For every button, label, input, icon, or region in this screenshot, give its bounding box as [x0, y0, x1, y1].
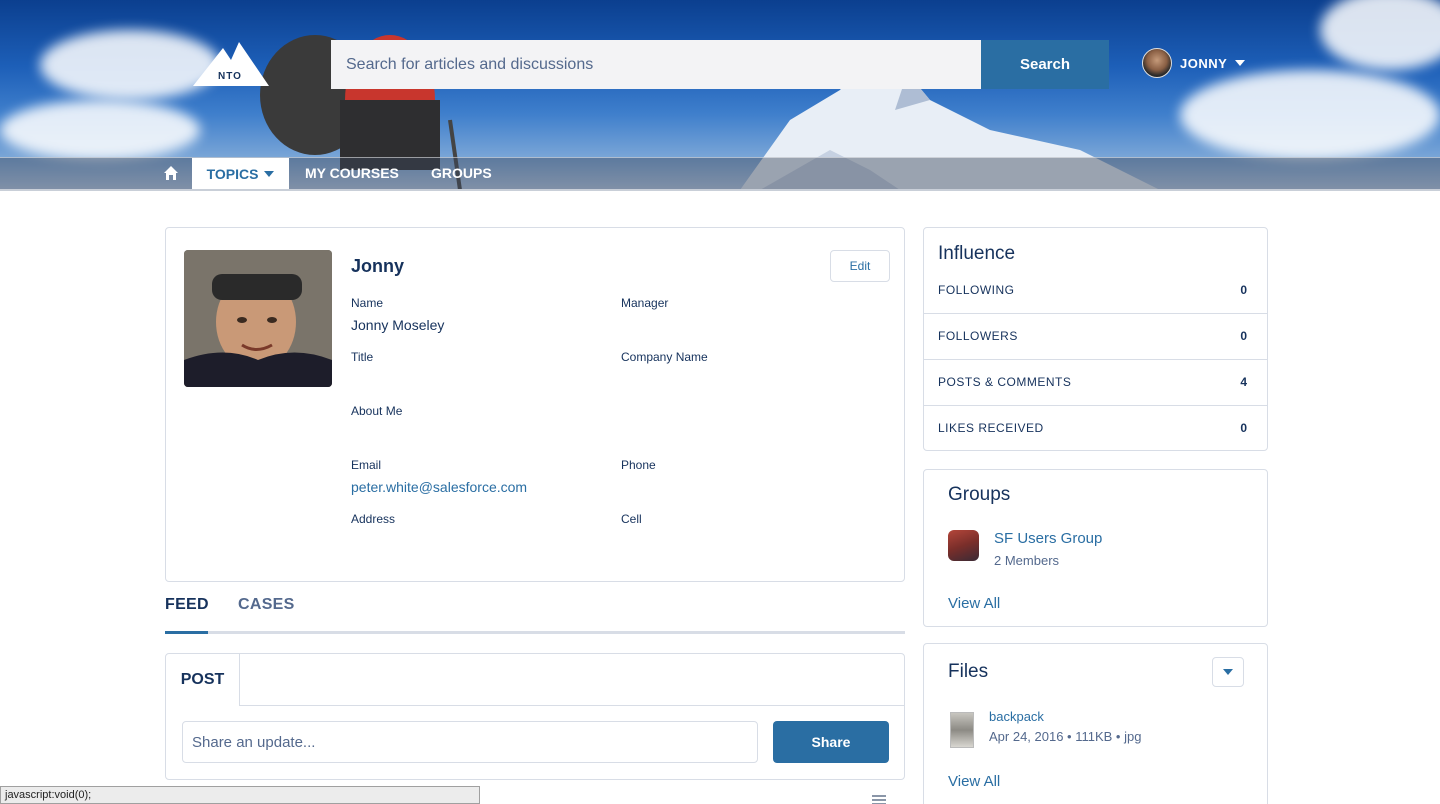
- group-members: 2 Members: [994, 553, 1060, 568]
- influence-row-followers: FOLLOWERS 0: [924, 313, 1267, 359]
- chevron-down-icon: [264, 171, 275, 177]
- groups-card: Groups SF Users Group 2 Members View All: [923, 469, 1268, 627]
- nav-item-topics[interactable]: TOPICS: [192, 158, 289, 190]
- nav-item-groups[interactable]: GROUPS: [431, 165, 492, 181]
- influence-value: 4: [1240, 375, 1247, 389]
- influence-card: Influence FOLLOWING 0 FOLLOWERS 0 POSTS …: [923, 227, 1268, 451]
- address-label: Address: [351, 512, 396, 526]
- edit-button[interactable]: Edit: [830, 250, 890, 282]
- files-card: Files backpack Apr 24, 2016 • 111KB • jp…: [923, 643, 1268, 804]
- email-label: Email: [351, 458, 382, 472]
- influence-value: 0: [1240, 421, 1247, 435]
- profile-photo: [184, 250, 332, 387]
- influence-row-posts-comments: POSTS & COMMENTS 4: [924, 359, 1267, 405]
- divider: [240, 705, 904, 706]
- files-title: Files: [948, 661, 989, 682]
- files-menu-button[interactable]: [1212, 657, 1244, 687]
- group-image[interactable]: [948, 530, 979, 561]
- file-meta: Apr 24, 2016 • 111KB • jpg: [989, 729, 1142, 744]
- manager-label: Manager: [621, 296, 669, 310]
- post-card: POST Share: [165, 653, 905, 780]
- email-link[interactable]: peter.white@salesforce.com: [351, 479, 527, 495]
- tab-feed[interactable]: FEED: [165, 596, 209, 634]
- influence-label: LIKES RECEIVED: [938, 421, 1044, 435]
- influence-title: Influence: [938, 243, 1016, 264]
- phone-label: Phone: [621, 458, 656, 472]
- about-label: About Me: [351, 404, 403, 418]
- influence-label: FOLLOWING: [938, 283, 1015, 297]
- tab-post[interactable]: POST: [166, 654, 240, 706]
- user-menu[interactable]: JONNY: [1142, 48, 1246, 78]
- share-update-input[interactable]: [182, 721, 758, 763]
- browser-status-bar: javascript:void(0);: [0, 786, 480, 804]
- file-link[interactable]: backpack: [989, 709, 1044, 724]
- group-link[interactable]: SF Users Group: [994, 530, 1102, 547]
- user-name[interactable]: JONNY: [1180, 56, 1227, 71]
- chevron-down-icon[interactable]: [1235, 60, 1246, 66]
- influence-value: 0: [1240, 283, 1247, 297]
- groups-view-all-link[interactable]: View All: [948, 595, 1000, 612]
- nav-item-label: TOPICS: [206, 166, 259, 182]
- file-thumbnail[interactable]: [950, 712, 974, 748]
- groups-title: Groups: [948, 484, 1011, 505]
- nav-item-my-courses[interactable]: MY COURSES: [305, 165, 399, 181]
- cell-label: Cell: [621, 512, 642, 526]
- influence-row-likes-received: LIKES RECEIVED 0: [924, 405, 1267, 451]
- title-label: Title: [351, 350, 374, 364]
- search-input[interactable]: [331, 40, 981, 89]
- influence-row-following: FOLLOWING 0: [924, 268, 1267, 314]
- name-value: Jonny Moseley: [351, 317, 445, 333]
- profile-tabs: FEED CASES: [165, 596, 905, 634]
- tab-cases[interactable]: CASES: [238, 596, 295, 622]
- logo-text: NTO: [218, 71, 242, 82]
- name-label: Name: [351, 296, 384, 310]
- list-icon[interactable]: [872, 795, 886, 804]
- divider: [0, 189, 1440, 191]
- influence-value: 0: [1240, 329, 1247, 343]
- files-view-all-link[interactable]: View All: [948, 773, 1000, 790]
- profile-card: Jonny Edit Name Jonny Moseley Manager Ti…: [165, 227, 905, 582]
- home-icon[interactable]: [163, 165, 179, 181]
- user-avatar[interactable]: [1142, 48, 1172, 78]
- chevron-down-icon: [1223, 669, 1233, 675]
- share-button[interactable]: Share: [773, 721, 889, 763]
- search-button[interactable]: Search: [981, 40, 1109, 89]
- influence-label: FOLLOWERS: [938, 329, 1018, 343]
- influence-label: POSTS & COMMENTS: [938, 375, 1072, 389]
- profile-name: Jonny: [351, 256, 405, 276]
- company-label: Company Name: [621, 350, 708, 364]
